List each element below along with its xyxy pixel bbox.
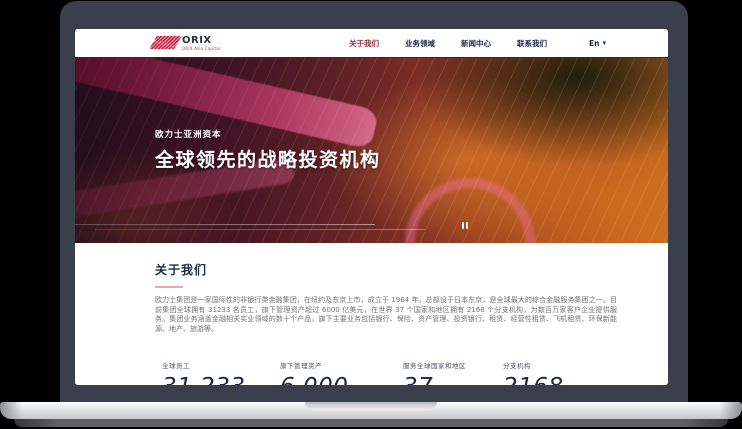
language-label: En [589,39,599,48]
nav-item-contact[interactable]: 联系我们 [517,38,547,49]
logo-subtitle: ORIX Asia Capital [182,47,220,51]
hero-banner: 欧力士亚洲资本 全球领先的战略投资机构 [75,58,668,243]
nav-item-about[interactable]: 关于我们 [349,38,379,49]
main-nav: 关于我们 业务领域 新闻中心 联系我们 En ▾ [349,38,606,49]
pause-icon[interactable] [459,220,471,230]
stat-branches: 分支机构 2168个 [503,360,575,385]
hero-interchange-ring [405,178,535,243]
laptop-base [0,402,742,419]
stats-row: 全球员工 31,233名 旗下管理资产 6,000亿美元 服务全球国家和地区 3… [155,360,616,385]
stat-label: 旗下管理资产 [280,360,375,370]
stat-label: 全球员工 [162,360,256,370]
nav-item-business[interactable]: 业务领域 [405,38,435,49]
orix-logo[interactable]: ORIX ORIX Asia Capital [153,36,220,51]
stat-label: 服务全球国家和地区 [403,360,466,370]
nav-item-news[interactable]: 新闻中心 [461,38,491,49]
language-switcher[interactable]: En ▾ [589,39,606,48]
chevron-down-icon: ▾ [602,40,606,47]
section-title: 关于我们 [155,261,616,278]
laptop-underside [14,419,728,427]
browser-viewport: ORIX ORIX Asia Capital 关于我们 业务领域 新闻中心 联系… [75,29,668,385]
about-paragraph: 欧力士集团是一家国际性的非银行类金融集团，在纽约及东京上市，成立于 1964 年… [155,296,617,335]
stat-label: 分支机构 [503,360,575,370]
stat-value: 2168个 [503,374,575,385]
laptop-lid-notch [305,402,437,410]
hero-highway-streak [75,224,375,225]
stat-value: 31,233名 [162,374,256,385]
laptop-mockup: ORIX ORIX Asia Capital 关于我们 业务领域 新闻中心 联系… [0,0,742,429]
title-underline [155,286,183,288]
orix-logo-icon [149,36,182,49]
hero-title: 全球领先的战略投资机构 [155,145,381,172]
about-section: 关于我们 欧力士集团是一家国际性的非银行类金融集团，在纽约及东京上市，成立于 1… [75,243,668,385]
stat-countries: 服务全球国家和地区 37个 [403,360,466,385]
hero-eyebrow: 欧力士亚洲资本 [155,128,381,140]
stat-assets: 旗下管理资产 6,000亿美元 [280,360,375,385]
logo-wordmark: ORIX [182,36,220,46]
site-header: ORIX ORIX Asia Capital 关于我们 业务领域 新闻中心 联系… [75,29,668,58]
hero-highway-streak [95,229,425,230]
laptop-screen-bezel: ORIX ORIX Asia Capital 关于我们 业务领域 新闻中心 联系… [60,1,688,402]
stat-value: 6,000亿美元 [280,374,375,385]
stat-employees: 全球员工 31,233名 [162,360,256,385]
stat-value: 37个 [403,374,466,385]
hero-copy: 欧力士亚洲资本 全球领先的战略投资机构 [155,128,381,172]
